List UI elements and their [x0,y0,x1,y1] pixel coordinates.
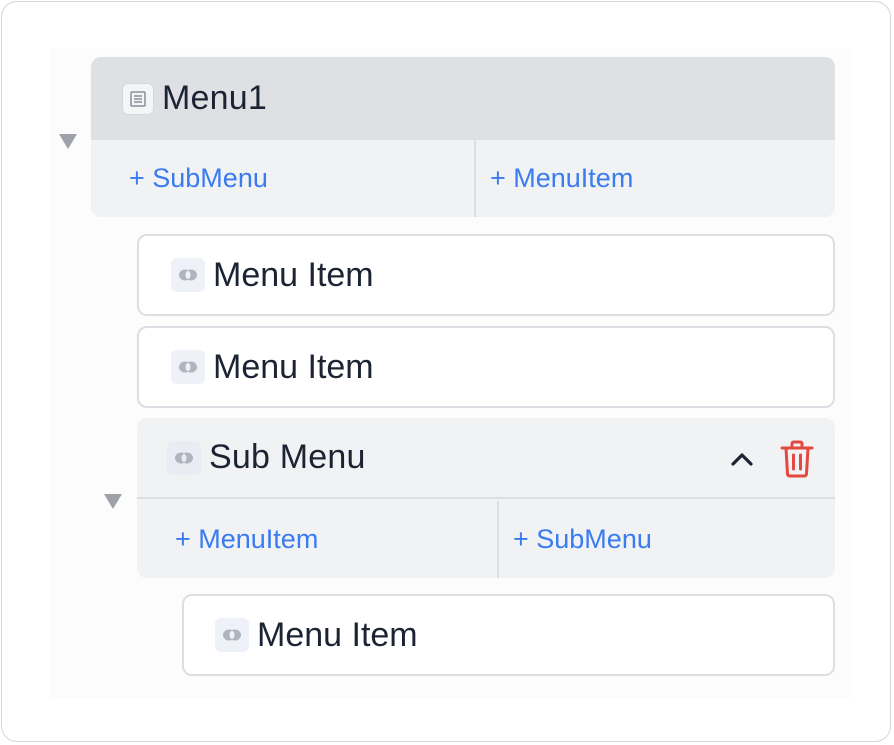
submenu-title: Sub Menu [209,438,366,476]
link-icon [215,618,249,652]
tree-panel: Menu1 + SubMenu + MenuItem Menu Item Men… [1,1,891,742]
document-icon [122,82,154,115]
submenu-actions: + MenuItem + SubMenu [137,501,835,578]
add-menuitem-button[interactable]: + MenuItem [137,501,497,578]
trash-icon[interactable] [777,438,817,480]
menu-item[interactable]: Menu Item [137,326,835,408]
menu-item[interactable]: Menu Item [137,234,835,316]
submenu-block: Sub Menu + MenuItem + SubMenu [137,418,835,578]
link-icon [167,440,201,475]
add-menuitem-button[interactable]: + MenuItem [474,140,835,217]
link-icon [171,350,205,384]
add-submenu-button[interactable]: + SubMenu [497,501,835,578]
chevron-up-icon[interactable] [725,444,759,474]
add-submenu-button[interactable]: + SubMenu [91,140,474,217]
menu-item[interactable]: Menu Item [182,594,835,676]
menu-item-label: Menu Item [213,255,374,294]
menu1-block: Menu1 + SubMenu + MenuItem [91,57,835,217]
menu1-expand-toggle[interactable] [59,134,77,149]
submenu-expand-toggle[interactable] [104,494,122,509]
menu1-header[interactable]: Menu1 [91,57,835,140]
menu-item-label: Menu Item [257,615,418,654]
menu1-title: Menu1 [162,79,267,117]
link-icon [171,258,205,292]
menu1-actions: + SubMenu + MenuItem [91,140,835,217]
menu-item-label: Menu Item [213,347,374,386]
